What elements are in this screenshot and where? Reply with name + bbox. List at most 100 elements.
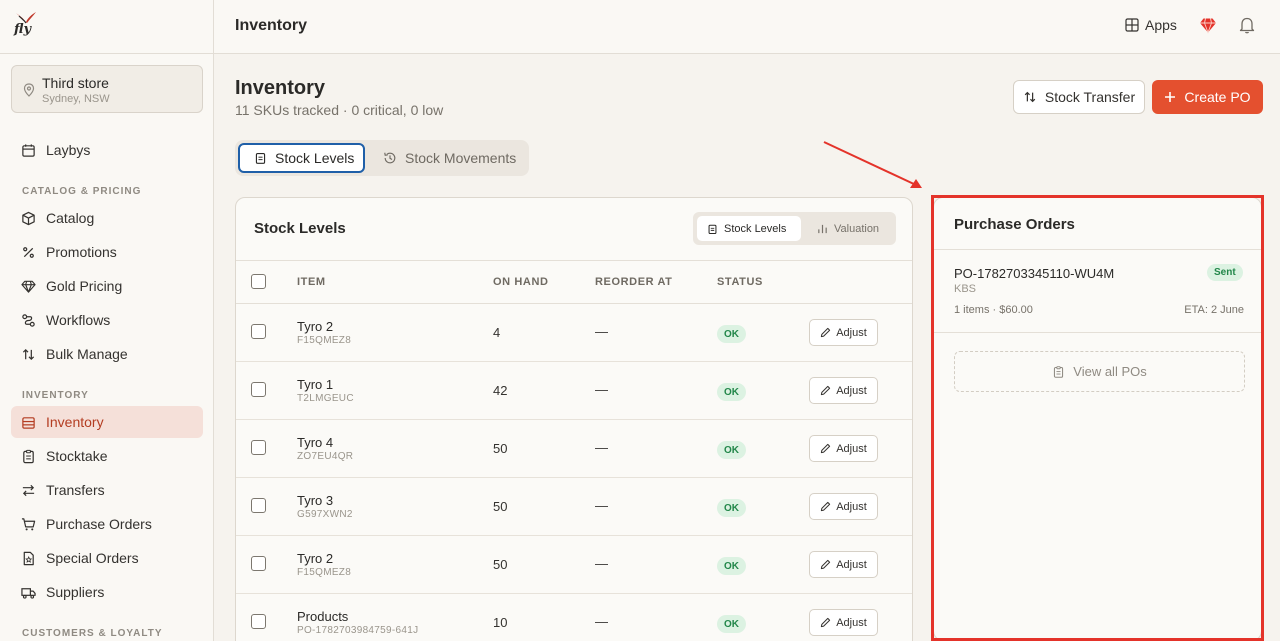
sort-arrows-icon	[22, 348, 35, 360]
topbar-title: Inventory	[235, 17, 308, 34]
stock-transfer-button[interactable]: Stock Transfer	[1013, 80, 1145, 114]
card-title: Stock Levels	[254, 220, 346, 237]
select-all-checkbox[interactable]	[251, 274, 266, 289]
annotation-arrow-icon	[823, 141, 922, 188]
sidebar-item-label: Special Orders	[46, 550, 139, 566]
workflow-icon	[22, 313, 35, 327]
toggle-stock-levels[interactable]: Stock Levels	[697, 216, 801, 241]
clipboard-icon	[708, 224, 717, 234]
toggle-valuation[interactable]: Valuation	[807, 216, 893, 241]
sidebar-item-label: Gold Pricing	[46, 278, 123, 294]
reorder-value: —	[595, 382, 608, 397]
sidebar-item-gold-pricing[interactable]: Gold Pricing	[11, 270, 203, 302]
tab-label: Stock Movements	[405, 150, 517, 166]
row-checkbox[interactable]	[251, 324, 266, 339]
sidebar-item-laybys[interactable]: Laybys	[11, 134, 203, 166]
create-po-button[interactable]: Create PO	[1152, 80, 1263, 114]
tab-stock-levels[interactable]: Stock Levels	[238, 143, 365, 173]
section-catalog-pricing: CATALOG & PRICING	[22, 186, 142, 197]
create-po-label: Create PO	[1184, 89, 1251, 105]
item-name: Tyro 3	[297, 493, 334, 508]
status-badge: OK	[717, 557, 746, 575]
column-reorder-at: REORDER AT	[595, 276, 673, 288]
sidebar-item-label: Purchase Orders	[46, 516, 152, 532]
logo-text: fly	[14, 22, 32, 37]
pencil-icon	[821, 559, 831, 570]
sidebar-item-label: Promotions	[46, 244, 117, 260]
adjust-button[interactable]: Adjust	[809, 493, 878, 520]
table-row: Tyro 2 F15QMEZ8 50 — OK Adjust	[236, 536, 912, 594]
pencil-icon	[821, 443, 831, 454]
apps-label: Apps	[1145, 17, 1177, 33]
warehouse-icon	[22, 416, 35, 429]
adjust-label: Adjust	[836, 558, 867, 571]
truck-icon	[21, 587, 36, 599]
view-toggle: Stock Levels Valuation	[693, 212, 896, 245]
status-badge: OK	[717, 383, 746, 401]
item-sku: T2LMGEUC	[297, 393, 354, 404]
table-row: Tyro 2 F15QMEZ8 4 — OK Adjust	[236, 304, 912, 362]
gem-icon[interactable]	[1199, 16, 1217, 34]
sidebar: fly Third store Sydney, NSW Laybys CATAL…	[0, 0, 214, 641]
table-row: Tyro 4 ZO7EU4QR 50 — OK Adjust	[236, 420, 912, 478]
item-sku: G597XWN2	[297, 509, 353, 520]
pencil-icon	[821, 617, 831, 628]
sidebar-item-inventory[interactable]: Inventory	[11, 406, 203, 438]
location-pin-icon	[23, 83, 35, 97]
item-sku: ZO7EU4QR	[297, 451, 354, 462]
section-inventory: INVENTORY	[22, 390, 89, 401]
cart-icon	[21, 517, 36, 530]
adjust-button[interactable]: Adjust	[809, 551, 878, 578]
sidebar-item-promotions[interactable]: Promotions	[11, 236, 203, 268]
table-row: Tyro 3 G597XWN2 50 — OK Adjust	[236, 478, 912, 536]
row-checkbox[interactable]	[251, 556, 266, 571]
sidebar-item-label: Laybys	[46, 142, 91, 158]
sidebar-item-bulk-manage[interactable]: Bulk Manage	[11, 338, 203, 370]
percent-icon	[23, 246, 34, 258]
file-star-icon	[23, 551, 34, 565]
sidebar-item-catalog[interactable]: Catalog	[11, 202, 203, 234]
on-hand-value: 50	[493, 499, 508, 514]
on-hand-value: 4	[493, 325, 501, 340]
toggle-label: Stock Levels	[724, 222, 787, 235]
pencil-icon	[821, 327, 831, 338]
sidebar-item-purchase-orders[interactable]: Purchase Orders	[11, 508, 203, 540]
item-name: Tyro 1	[297, 377, 334, 392]
sidebar-item-label: Transfers	[46, 482, 105, 498]
row-checkbox[interactable]	[251, 498, 266, 513]
row-checkbox[interactable]	[251, 440, 266, 455]
row-checkbox[interactable]	[251, 382, 266, 397]
sidebar-item-label: Bulk Manage	[46, 346, 128, 362]
adjust-button[interactable]: Adjust	[809, 609, 878, 636]
page-title: Inventory	[235, 77, 326, 99]
bar-chart-icon	[818, 224, 827, 234]
stock-levels-card: Stock Levels Stock Levels Valuation ITEM…	[235, 197, 913, 641]
pencil-icon	[821, 501, 831, 512]
item-sku: PO-1782703984759-641J	[297, 625, 419, 636]
status-badge: OK	[717, 441, 746, 459]
row-checkbox[interactable]	[251, 614, 266, 629]
tab-stock-movements[interactable]: Stock Movements	[369, 143, 519, 173]
sidebar-item-workflows[interactable]: Workflows	[11, 304, 203, 336]
adjust-button[interactable]: Adjust	[809, 319, 878, 346]
top-bar: Inventory Apps	[214, 0, 1280, 54]
adjust-button[interactable]: Adjust	[809, 435, 878, 462]
apps-grid-icon	[1125, 18, 1139, 32]
column-on-hand: ON HAND	[493, 276, 549, 288]
table-row: Products PO-1782703984759-641J 10 — OK A…	[236, 594, 912, 641]
bell-icon[interactable]	[1239, 16, 1255, 34]
reorder-value: —	[595, 498, 608, 513]
apps-button[interactable]: Apps	[1125, 17, 1177, 33]
sidebar-item-label: Workflows	[46, 312, 111, 328]
reorder-value: —	[595, 556, 608, 571]
sidebar-item-transfers[interactable]: Transfers	[11, 474, 203, 506]
sidebar-item-special-orders[interactable]: Special Orders	[11, 542, 203, 574]
diamond-icon	[21, 280, 36, 293]
page-subtitle: 11 SKUs tracked · 0 critical, 0 low	[235, 102, 444, 118]
item-name: Products	[297, 609, 349, 624]
sidebar-item-suppliers[interactable]: Suppliers	[11, 576, 203, 608]
sidebar-item-stocktake[interactable]: Stocktake	[11, 440, 203, 472]
store-selector[interactable]: Third store Sydney, NSW	[11, 65, 203, 113]
adjust-button[interactable]: Adjust	[809, 377, 878, 404]
status-badge: OK	[717, 499, 746, 517]
